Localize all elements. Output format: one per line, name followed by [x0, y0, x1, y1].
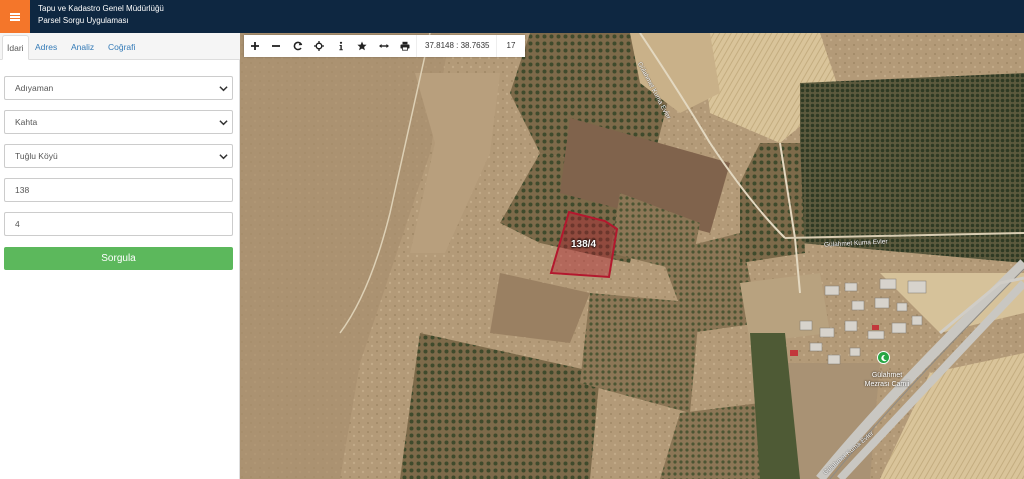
neighborhood-select-value: Tuğlu Köyü: [15, 151, 58, 161]
mosque-icon[interactable]: [877, 351, 890, 364]
app-header: Tapu ve Kadastro Genel Müdürlüğü Parsel …: [0, 0, 1024, 33]
district-select-value: Kahta: [15, 117, 38, 127]
query-sidebar: İdari Adres Analiz Coğrafi Adıyaman Kaht…: [0, 33, 240, 479]
zoom-in-icon: [250, 42, 259, 50]
block-input-value: 138: [15, 185, 30, 195]
zoom-out-icon: [272, 45, 281, 47]
chevron-down-icon: [219, 154, 228, 160]
menu-button[interactable]: [0, 0, 30, 33]
province-select[interactable]: Adıyaman: [4, 76, 233, 100]
poi-label-line2: Mezrası Camii: [864, 381, 910, 388]
favorite-icon: [357, 41, 367, 51]
zoom-in-button[interactable]: [244, 35, 266, 57]
info-button[interactable]: [330, 35, 352, 57]
province-select-value: Adıyaman: [15, 83, 54, 93]
locate-icon: [314, 41, 325, 51]
map-toolbar: 37.8148 : 38.7635 17: [244, 35, 526, 57]
satellite-map[interactable]: 37.8148 : 38.7635 17 138/4 Gülahmet Kuma…: [240, 33, 1024, 479]
poi-label: Gülahmet Mezrası Camii: [857, 371, 917, 389]
query-button[interactable]: Sorgula: [4, 247, 233, 270]
app-title: Tapu ve Kadastro Genel Müdürlüğü Parsel …: [38, 3, 164, 27]
zoom-out-button[interactable]: [266, 35, 288, 57]
parcel-label: 138/4: [571, 239, 597, 250]
zoom-level-readout: 17: [495, 35, 526, 57]
coordinate-readout: 37.8148 : 38.7635: [416, 35, 496, 57]
app-title-line1: Tapu ve Kadastro Genel Müdürlüğü: [38, 4, 164, 13]
parcel-input-value: 4: [15, 219, 20, 229]
refresh-icon: [293, 41, 302, 51]
favorite-button[interactable]: [352, 35, 374, 57]
tab-cografi[interactable]: Coğrafi: [104, 35, 139, 60]
hamburger-icon: [10, 12, 20, 21]
measure-button[interactable]: [373, 35, 395, 57]
info-icon: [339, 41, 343, 51]
refresh-button[interactable]: [287, 35, 309, 57]
query-tabs: İdari Adres Analiz Coğrafi: [0, 33, 240, 60]
tab-analiz[interactable]: Analiz: [67, 35, 98, 60]
neighborhood-select[interactable]: Tuğlu Köyü: [4, 144, 233, 168]
district-select[interactable]: Kahta: [4, 110, 233, 134]
poi-label-line1: Gülahmet: [871, 372, 903, 379]
measure-icon: [378, 44, 389, 48]
parcel-input[interactable]: 4: [4, 212, 233, 236]
print-icon: [400, 41, 410, 51]
tab-idari[interactable]: İdari: [2, 35, 29, 60]
chevron-down-icon: [219, 86, 228, 92]
tab-adres[interactable]: Adres: [31, 35, 61, 60]
chevron-down-icon: [219, 120, 228, 126]
app-title-line2: Parsel Sorgu Uygulaması: [38, 16, 129, 25]
block-input[interactable]: 138: [4, 178, 233, 202]
locate-button[interactable]: [309, 35, 331, 57]
print-button[interactable]: [395, 35, 417, 57]
satellite-imagery: [240, 33, 1024, 479]
